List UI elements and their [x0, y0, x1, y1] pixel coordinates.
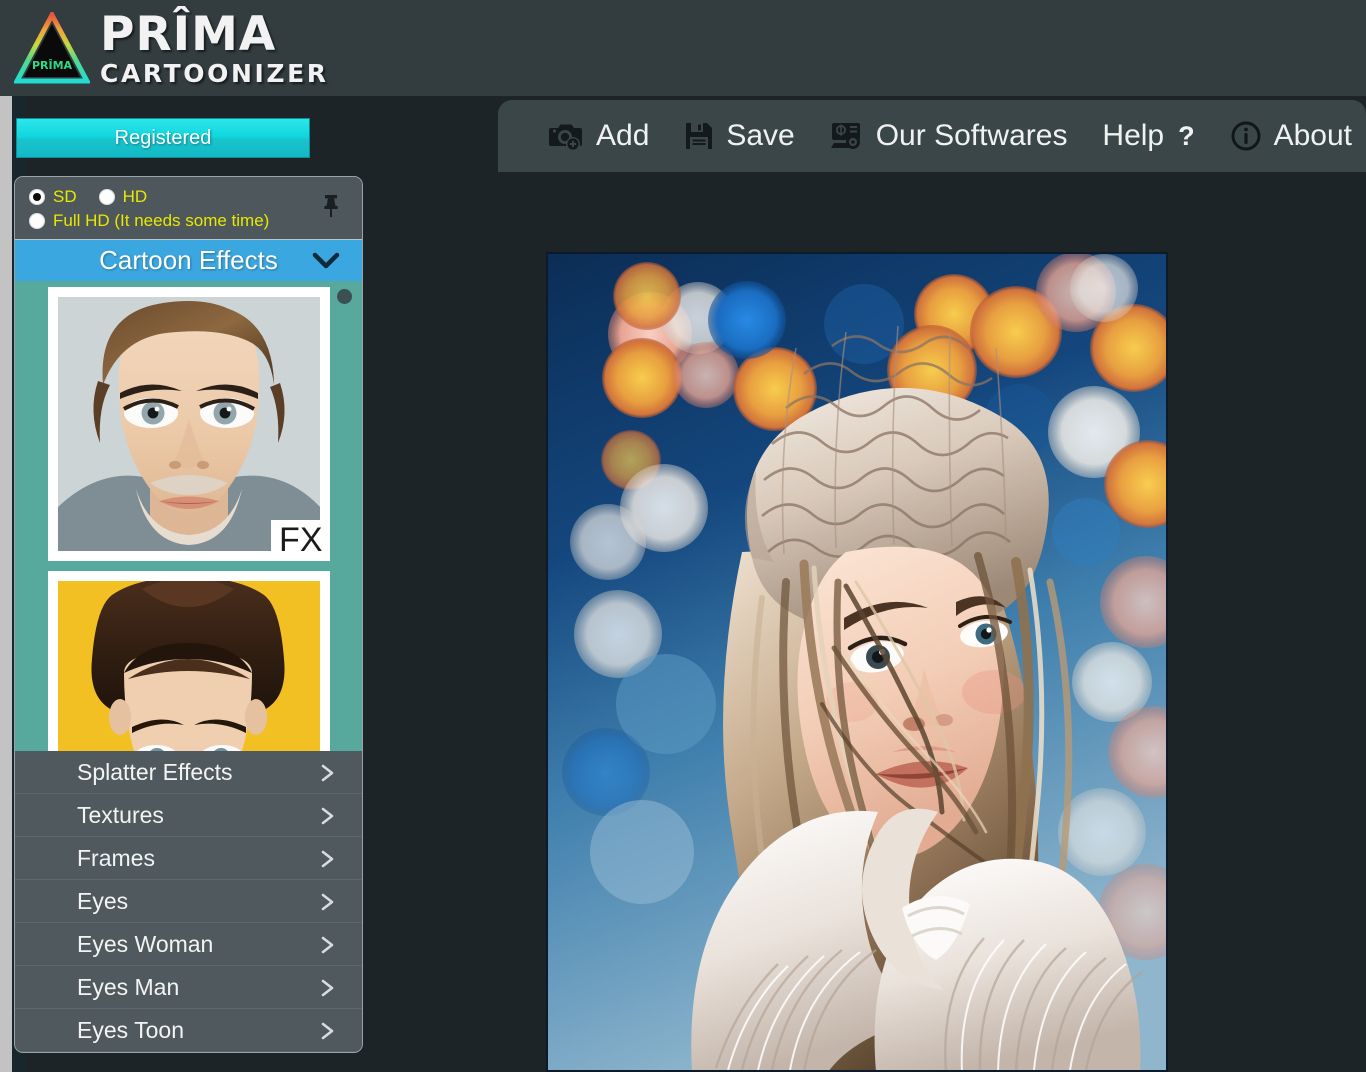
- add-button[interactable]: Add: [534, 100, 663, 172]
- chevron-right-icon: [320, 805, 336, 832]
- about-label: About: [1273, 119, 1352, 152]
- help-label: Help: [1102, 119, 1165, 152]
- app-logo: PRÎMA PRÎMA CARTOONIZER: [14, 11, 329, 86]
- our-softwares-button[interactable]: Our Softwares: [816, 100, 1082, 172]
- radio-fullhd-label: Full HD (It needs some time): [53, 211, 270, 230]
- effects-menu-list: Splatter Effects Textures Frames Eyes Ey…: [15, 751, 362, 1052]
- add-label: Add: [596, 119, 650, 152]
- about-button[interactable]: About: [1216, 100, 1366, 172]
- menu-item-splatter-effects[interactable]: Splatter Effects: [15, 751, 362, 794]
- cartoon-effects-section-header[interactable]: Cartoon Effects: [15, 239, 362, 281]
- chevron-right-icon: [320, 762, 336, 789]
- fx-badge: FX: [271, 520, 327, 561]
- menu-item-frames[interactable]: Frames: [15, 837, 362, 880]
- radio-hd-label: HD: [122, 187, 148, 206]
- info-circle-icon: [1230, 120, 1262, 152]
- cartoon-effect-man-portrait-image: [57, 297, 320, 551]
- main-toolbar: Add Save Our Softwares Help ? About: [498, 100, 1366, 172]
- chevron-right-icon: [320, 1020, 336, 1047]
- resolution-row-top: SD HD: [29, 187, 350, 207]
- thumbnail-option-badge[interactable]: [337, 289, 352, 304]
- chevron-right-icon: [320, 977, 336, 1004]
- registered-label: Registered: [114, 126, 212, 149]
- our-softwares-label: Our Softwares: [875, 119, 1068, 152]
- effects-panel: SD HD Full HD (It needs some time) Carto…: [14, 176, 363, 1053]
- menu-item-label: Eyes: [77, 887, 129, 914]
- app-window: PRÎMA PRÎMA CARTOONIZER Add Save Our Sof…: [0, 0, 1366, 1072]
- chevron-right-icon: [320, 891, 336, 918]
- cartoonized-photo-preview[interactable]: [546, 252, 1168, 1072]
- logo-subtitle: CARTOONIZER: [100, 58, 329, 88]
- monitor-search-icon: [830, 121, 864, 151]
- menu-item-eyes[interactable]: Eyes: [15, 880, 362, 923]
- pushpin-icon[interactable]: [320, 193, 342, 224]
- app-header: PRÎMA PRÎMA CARTOONIZER: [0, 0, 1366, 96]
- menu-item-label: Eyes Man: [77, 973, 180, 1000]
- thumbnail-item[interactable]: [47, 571, 330, 751]
- menu-item-label: Frames: [77, 844, 155, 871]
- menu-item-label: Eyes Woman: [77, 930, 214, 957]
- chevron-down-icon[interactable]: [312, 252, 340, 275]
- menu-item-label: Textures: [77, 801, 164, 828]
- resolution-selector: SD HD Full HD (It needs some time): [15, 177, 362, 239]
- menu-item-label: Splatter Effects: [77, 758, 233, 785]
- save-button[interactable]: Save: [670, 100, 808, 172]
- radio-sd[interactable]: [29, 189, 45, 205]
- menu-item-textures[interactable]: Textures: [15, 794, 362, 837]
- thumbnail-item[interactable]: FX: [47, 287, 330, 561]
- menu-item-eyes-man[interactable]: Eyes Man: [15, 966, 362, 1009]
- svg-text:PRÎMA: PRÎMA: [32, 59, 73, 72]
- window-edge-strip: [0, 96, 12, 1072]
- floppy-disk-icon: [684, 121, 714, 151]
- effects-thumbnail-list: FX: [15, 281, 362, 751]
- menu-item-eyes-woman[interactable]: Eyes Woman: [15, 923, 362, 966]
- save-label: Save: [726, 119, 795, 152]
- camera-add-icon: [548, 120, 584, 152]
- registered-button[interactable]: Registered: [16, 118, 310, 158]
- resolution-row-bottom: Full HD (It needs some time): [29, 211, 350, 231]
- radio-hd[interactable]: [98, 189, 115, 205]
- help-button[interactable]: Help ?: [1088, 100, 1208, 172]
- radio-sd-label: SD: [53, 187, 77, 206]
- logo-title: PRÎMA: [100, 6, 277, 62]
- menu-item-label: Eyes Toon: [77, 1016, 184, 1043]
- cartoon-effect-man-hat-image: [57, 581, 320, 751]
- preview-canvas-area: [380, 172, 1366, 1072]
- cartoon-effects-title: Cartoon Effects: [99, 245, 278, 275]
- chevron-right-icon: [320, 848, 336, 875]
- chevron-right-icon: [320, 934, 336, 961]
- left-sidebar: Registered SD HD Full HD (It needs some …: [14, 118, 379, 1053]
- menu-item-eyes-toon[interactable]: Eyes Toon: [15, 1009, 362, 1052]
- radio-fullhd[interactable]: [29, 213, 45, 229]
- prima-triangle-logo-icon: PRÎMA: [14, 12, 90, 84]
- question-mark-icon: ?: [1178, 120, 1195, 151]
